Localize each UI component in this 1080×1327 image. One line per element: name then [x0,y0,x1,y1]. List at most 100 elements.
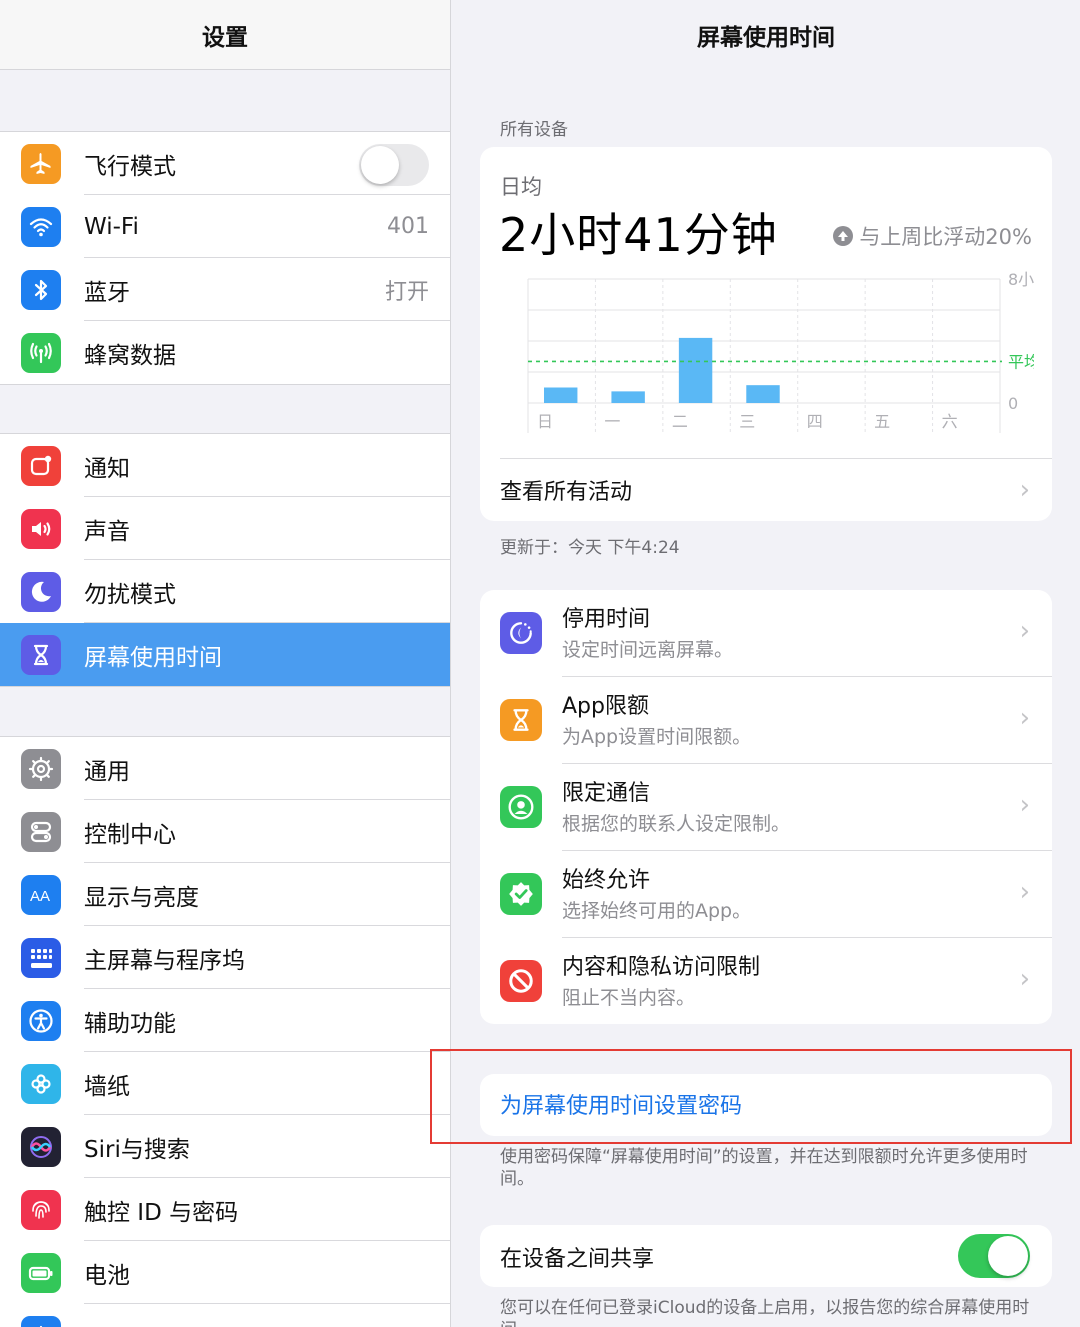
sidebar-item-value: 401 [387,214,429,239]
settings-group-connectivity: 飞行模式 Wi-Fi 401 蓝牙 打开蜂窝数据 [0,131,450,385]
sidebar-item-wifi[interactable]: Wi-Fi 401 [0,195,450,258]
sidebar-item-display[interactable]: AA 显示与亮度 [0,863,450,926]
sidebar-item-label: 触控 ID 与密码 [84,1199,239,1226]
sidebar-item-label: 通知 [84,455,130,482]
chevron-right-icon: › [1019,877,1030,907]
chevron-right-icon: › [1019,790,1030,820]
feature-row-hourglass[interactable]: App限额 为App设置时间限额。 › [480,677,1052,764]
sidebar-item-gear[interactable]: 通用 [0,737,450,800]
fingerprint-icon [21,1190,61,1230]
features-card: 停用时间 设定时间远离屏幕。 › App限额 为App设置时间限额。 › 限定通信 根据您的联… [480,590,1052,1024]
restrict-icon [500,960,542,1002]
feature-subtitle: 阻止不当内容。 [562,987,696,1009]
sidebar-item-label: 主屏幕与程序坞 [84,947,245,974]
sidebar-item-label: 通用 [84,758,130,785]
weekly-change: 与上周比浮动20% [833,221,1032,251]
display-icon: AA [21,875,61,915]
share-across-devices-toggle[interactable] [958,1234,1030,1278]
view-all-activity-label: 查看所有活动 [500,480,633,505]
feature-row-checkmark[interactable]: 始终允许选择始终可用的App。 › [480,851,1052,938]
notifications-icon [21,446,61,486]
privacy-icon [21,1316,61,1327]
chart-bar [544,387,578,403]
sidebar-item-label: 电池 [84,1262,130,1289]
sidebar-item-moon[interactable]: 勿扰模式 [0,560,450,623]
feature-row-downtime[interactable]: 停用时间设定时间远离屏幕。 › [480,590,1052,677]
downtime-icon [500,612,542,654]
view-all-activity-row[interactable]: 查看所有活动 › [480,459,1052,521]
sidebar-item-home-screen[interactable]: 主屏幕与程序坞 [0,926,450,989]
chart-y-tick-label: 8小时 [1008,270,1034,289]
feature-subtitle: 设定时间远离屏幕。 [562,639,734,661]
daily-average-value: 2小时41分钟 [499,208,778,262]
feature-subtitle: 根据您的联系人设定限制。 [562,813,791,835]
settings-group-system: 通用控制中心 AA 显示与亮度主屏幕与程序坞 辅助功能墙纸 Siri与搜索触控 ID 与… [0,736,450,1327]
contact-icon [500,786,542,828]
feature-title: 始终允许 [562,868,651,893]
sidebar-item-label: 墙纸 [84,1073,130,1100]
feature-title: 停用时间 [562,607,651,632]
airplane-mode-toggle[interactable] [359,144,429,186]
chart-y-tick-label: 0 [1008,394,1018,413]
sidebar-item-label: Siri与搜索 [84,1136,190,1163]
chart-x-tick-label: 四 [807,412,823,431]
sidebar-item-label: 勿扰模式 [84,581,176,608]
bluetooth-icon [21,270,61,310]
feature-subtitle: 选择始终可用的App。 [562,900,752,922]
sidebar-item-label: 飞行模式 [84,153,176,180]
hourglass-icon [500,699,542,741]
sidebar-item-fingerprint[interactable]: 触控 ID 与密码 [0,1178,450,1241]
chevron-right-icon: › [1019,616,1030,646]
sidebar-item-value: 打开 [384,279,429,305]
daily-average-card: 日均 2小时41分钟 与上周比浮动20% 日 一 二 三 四 五 六 平均 8小时 0 查看所有活… [480,147,1052,521]
sidebar-item-label: 屏幕使用时间 [84,644,222,671]
sidebar-item-siri[interactable]: Siri与搜索 [0,1115,450,1178]
sidebar-item-accessibility[interactable]: 辅助功能 [0,989,450,1052]
chart-x-tick-label: 二 [672,412,688,431]
feature-title: App限额 [562,694,649,719]
sidebar-item-label: 蓝牙 [84,279,130,306]
chart-x-tick-label: 五 [874,412,890,431]
moon-icon [21,572,61,612]
home-screen-icon [21,938,61,978]
section-caption-all-devices: 所有设备 [500,120,568,140]
wallpaper-icon [21,1064,61,1104]
chart-x-tick-label: 一 [604,412,620,431]
sidebar-item-control-center[interactable]: 控制中心 [0,800,450,863]
sidebar-item-hourglass[interactable]: 屏幕使用时间 [0,623,450,686]
sidebar-item-label: 显示与亮度 [84,884,199,911]
sidebar-item-battery[interactable]: 电池 [0,1241,450,1304]
daily-usage-chart: 日 一 二 三 四 五 六 平均 8小时 0 [527,270,1034,433]
daily-average-label: 日均 [500,175,542,199]
sidebar-item-antenna[interactable]: 蜂窝数据 [0,321,450,384]
sidebar-item-notifications[interactable]: 通知 [0,434,450,497]
sidebar-item-airplane[interactable]: 飞行模式 [0,132,450,195]
chart-bar [746,385,780,403]
siri-icon [21,1127,61,1167]
sidebar-item-label: 辅助功能 [84,1010,176,1037]
settings-group-notifications: 通知声音勿扰模式屏幕使用时间 [0,433,450,687]
sidebar-item-privacy[interactable] [0,1304,450,1327]
chart-bar [678,337,713,403]
sidebar-item-bluetooth[interactable]: 蓝牙 打开 [0,258,450,321]
svg-text:AA: AA [30,888,50,905]
share-card: 在设备之间共享 [480,1225,1052,1287]
passcode-note: 使用密码保障“屏幕使用时间”的设置，并在达到限额时允许更多使用时间。 [500,1147,1028,1189]
chart-x-tick-label: 六 [942,412,958,431]
wifi-icon [21,207,61,247]
panel-title: 屏幕使用时间 [697,25,835,51]
feature-row-restrict[interactable]: 内容和隐私访问限制 阻止不当内容。 › [480,938,1052,1024]
sidebar-title: 设置 [202,24,248,51]
chevron-right-icon: › [1019,964,1030,994]
airplane-icon [21,144,61,184]
sidebar-item-label: 声音 [84,518,130,545]
feature-row-contact[interactable]: 限定通信 根据您的联系人设定限制。 › [480,764,1052,851]
feature-title: 内容和隐私访问限制 [562,955,761,980]
sidebar-item-label: Wi-Fi [84,213,139,240]
sidebar-item-speaker[interactable]: 声音 [0,497,450,560]
sidebar-item-wallpaper[interactable]: 墙纸 [0,1052,450,1115]
weekly-change-text: 与上周比浮动20% [859,225,1032,249]
feature-subtitle: 为App设置时间限额。 [562,726,752,748]
panel-header: 屏幕使用时间 [452,0,1080,70]
antenna-icon [21,333,61,373]
